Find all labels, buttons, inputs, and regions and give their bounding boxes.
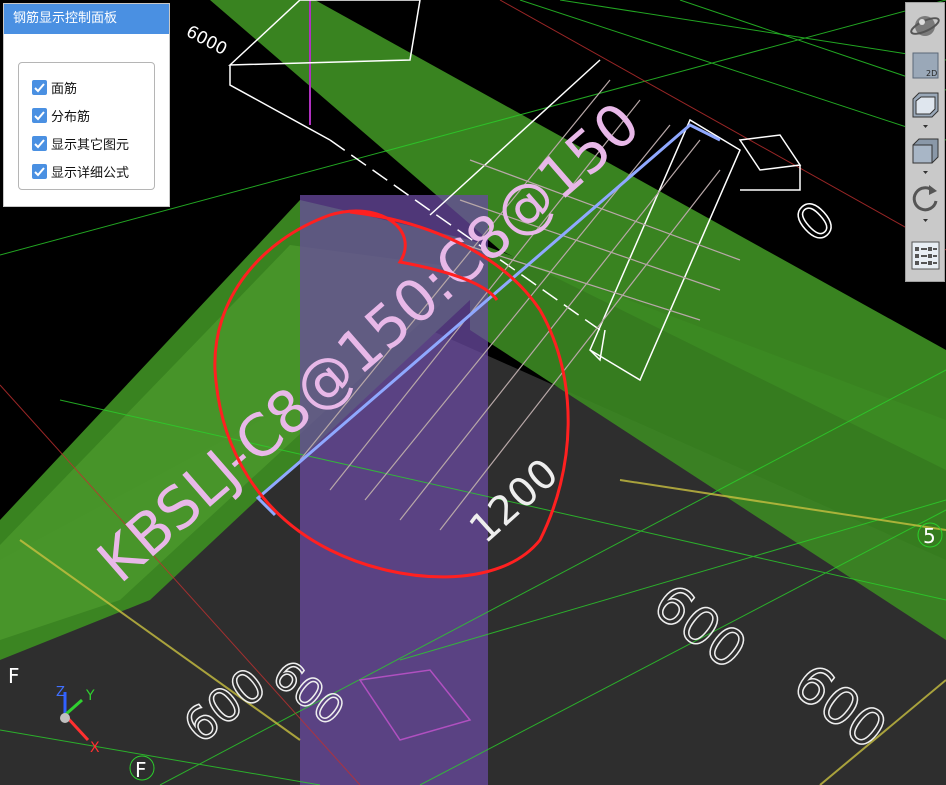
option-show-detailed-formula[interactable]: 显示详细公式 xyxy=(32,161,129,181)
dim-6000-top: 6000 xyxy=(183,22,231,60)
panel-title: 钢筋显示控制面板 xyxy=(4,4,169,34)
checkbox-checked-icon[interactable] xyxy=(32,79,47,95)
solid-box-icon xyxy=(912,138,939,174)
view-2d-button[interactable]: 2D xyxy=(909,49,942,82)
coord-x-label: X xyxy=(90,740,100,756)
display-settings-button[interactable] xyxy=(909,239,942,272)
rotate-icon xyxy=(912,185,938,222)
orbit-button[interactable] xyxy=(909,9,942,42)
panel-options-group: 面筋 分布筋 显示其它图元 显示详细公式 xyxy=(18,62,155,190)
view-2d-label: 2D xyxy=(926,69,938,78)
display-settings-icon xyxy=(911,241,940,270)
option-distribution-rebar[interactable]: 分布筋 xyxy=(32,105,90,125)
rebar-display-control-panel: 钢筋显示控制面板 面筋 分布筋 显示其它图元 显示详细公式 xyxy=(3,3,170,207)
rotate-button[interactable] xyxy=(909,183,942,222)
option-label: 显示详细公式 xyxy=(51,165,130,181)
option-show-other-elements[interactable]: 显示其它图元 xyxy=(32,133,129,153)
axis-label-5: 5 xyxy=(923,524,936,548)
option-label: 面筋 xyxy=(51,81,78,97)
coord-z-label: Z xyxy=(56,685,65,700)
view-3d-box-button[interactable] xyxy=(909,89,942,128)
option-face-rebar[interactable]: 面筋 xyxy=(32,77,77,97)
solid-box-button[interactable] xyxy=(909,135,942,174)
view-3d-box-icon xyxy=(912,92,939,128)
axis-label-f-bottom: F xyxy=(135,758,147,782)
dim-0: 0 xyxy=(784,190,846,254)
checkbox-checked-icon[interactable] xyxy=(32,163,47,179)
checkbox-checked-icon[interactable] xyxy=(32,107,47,123)
orbit-icon xyxy=(910,16,940,36)
view-toolbar: 2D xyxy=(905,2,945,282)
coord-y-label: Y xyxy=(85,688,95,704)
axis-label-f-left: F xyxy=(8,664,20,688)
option-label: 分布筋 xyxy=(51,109,91,125)
checkbox-checked-icon[interactable] xyxy=(32,135,47,151)
option-label: 显示其它图元 xyxy=(51,137,130,153)
